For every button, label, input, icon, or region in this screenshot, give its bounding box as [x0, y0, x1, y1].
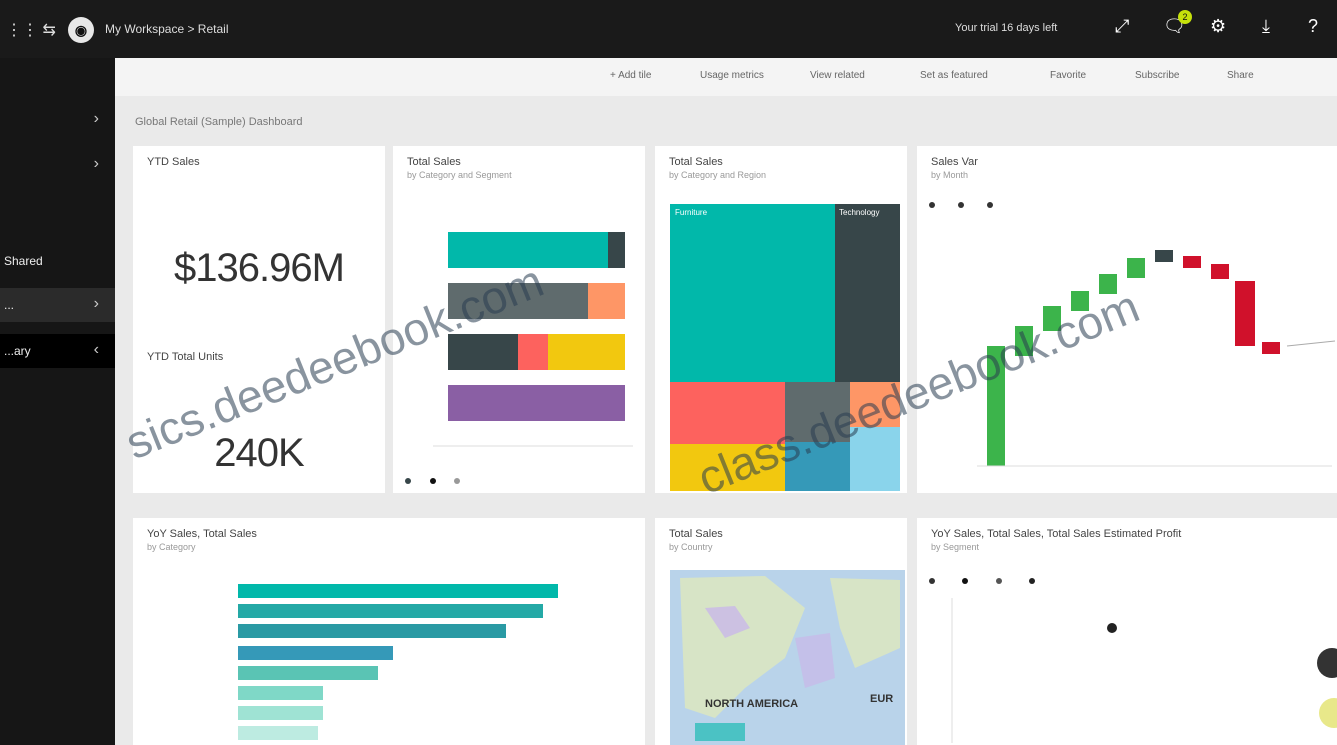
bar-segment: [448, 334, 518, 370]
nav-item-shared[interactable]: Shared: [0, 244, 115, 278]
treemap-cell: [670, 382, 785, 444]
logo-icon[interactable]: ◉: [68, 17, 94, 43]
h-bar: [238, 666, 378, 680]
kpi-value-sales: $136.96M: [174, 246, 345, 290]
bar-segment: [518, 334, 548, 370]
waterfall-bar: [987, 346, 1005, 466]
bar-segment: [548, 334, 625, 370]
kpi-title: YTD Sales: [147, 156, 200, 168]
add-tile-button[interactable]: + Add tile: [610, 70, 651, 81]
waterfall-bar: [1262, 342, 1280, 354]
treemap-label-technology: Technology: [839, 208, 880, 217]
bar-segment: [608, 232, 625, 268]
kpi-value-units: 240K: [214, 431, 304, 475]
waterfall-tile[interactable]: Sales Var by Month: [917, 146, 1337, 493]
treemap-cell: [670, 444, 785, 491]
bar-segment: [448, 232, 608, 268]
nav-item-1[interactable]: ›: [0, 103, 115, 137]
h-bar: [238, 726, 318, 740]
usage-metrics-button[interactable]: Usage metrics: [700, 70, 764, 81]
h-bar: [238, 686, 323, 700]
stacked-bar-chart: [433, 232, 633, 447]
waterfall-bar: [1071, 291, 1089, 311]
chevron-right-icon: ›: [93, 155, 99, 172]
map-marker: [695, 723, 745, 741]
scatter-chart: [951, 598, 1117, 743]
treemap-tile[interactable]: Total Sales by Category and Region Furni…: [655, 146, 907, 493]
waterfall-chart: [977, 250, 1336, 467]
yoy-bar-chart: [238, 584, 558, 740]
download-icon[interactable]: ⤓: [1262, 16, 1270, 37]
chevron-right-icon: ›: [93, 295, 99, 312]
notification-badge: 2: [1178, 10, 1192, 24]
scatter-tile[interactable]: YoY Sales, Total Sales, Total Sales Esti…: [917, 518, 1337, 745]
expand-icon[interactable]: ⤢: [1115, 16, 1129, 37]
share-button[interactable]: Share: [1227, 70, 1254, 81]
app-launcher-icon[interactable]: ⋮⋮ ⇆: [6, 20, 56, 40]
h-bar: [238, 584, 558, 598]
yoy-bars-tile[interactable]: YoY Sales, Total Sales by Category: [133, 518, 645, 745]
left-nav: › › Shared ... › ...ary ‹: [0, 58, 115, 745]
dashboard-title: Global Retail (Sample) Dashboard: [135, 116, 303, 128]
waterfall-bar: [1099, 274, 1117, 294]
treemap-cell: [835, 204, 900, 382]
waterfall-bar: [1211, 264, 1229, 279]
nav-item-4[interactable]: ... ›: [0, 288, 115, 322]
breadcrumb[interactable]: My Workspace > Retail: [105, 22, 229, 36]
h-bar: [238, 646, 393, 660]
stacked-legend: [405, 476, 463, 485]
map-label-europe: EUR: [870, 693, 894, 705]
waterfall-bar: [1183, 256, 1201, 268]
h-bar: [238, 604, 543, 618]
action-bar: + Add tile Usage metrics View related Se…: [115, 58, 1337, 96]
kpi-tile[interactable]: YTD Sales $136.96M YTD Total Units 240K: [133, 146, 385, 493]
set-featured-button[interactable]: Set as featured: [920, 70, 988, 81]
sales-map: [670, 570, 905, 745]
treemap-label-furniture: Furniture: [675, 208, 708, 217]
treemap-cell: [850, 427, 900, 491]
treemap-cell: [670, 204, 835, 382]
bar-segment: [448, 385, 625, 421]
h-bar: [238, 624, 506, 638]
bar-segment: [448, 283, 588, 319]
kpi-label-units: YTD Total Units: [147, 351, 224, 363]
map-label-north-america: NORTH AMERICA: [705, 698, 799, 710]
favorite-button[interactable]: Favorite: [1050, 70, 1086, 81]
waterfall-bar: [1235, 281, 1255, 346]
scatter-point: [1107, 623, 1117, 633]
treemap-cell: [785, 442, 850, 491]
treemap-chart: [670, 204, 900, 491]
chevron-left-icon: ‹: [93, 341, 99, 358]
nav-item-2[interactable]: ›: [0, 148, 115, 182]
waterfall-bar: [1127, 258, 1145, 278]
waterfall-bar: [1155, 250, 1173, 262]
treemap-cell: [850, 382, 900, 427]
nav-item-5[interactable]: ...ary ‹: [0, 334, 115, 368]
treemap-cell: [785, 382, 850, 442]
view-related-button[interactable]: View related: [810, 70, 865, 81]
h-bar: [238, 706, 323, 720]
help-icon[interactable]: ?: [1308, 16, 1318, 37]
bar-segment: [588, 283, 625, 319]
chevron-right-icon: ›: [93, 110, 99, 127]
waterfall-bar: [1043, 306, 1061, 331]
map-tile[interactable]: Total Sales by Country NORTH AMERICA EUR: [655, 518, 907, 745]
trial-notice[interactable]: Your trial 16 days left: [955, 22, 1057, 34]
stacked-bar-tile[interactable]: Total Sales by Category and Segment: [393, 146, 645, 493]
settings-icon[interactable]: ⚙: [1210, 16, 1226, 37]
trend-line: [1286, 340, 1336, 347]
waterfall-bar: [1015, 326, 1033, 356]
top-bar: ⋮⋮ ⇆ ◉ My Workspace > Retail Your trial …: [0, 0, 1337, 58]
dashboard-canvas: + Add tile Usage metrics View related Se…: [115, 58, 1337, 745]
subscribe-button[interactable]: Subscribe: [1135, 70, 1179, 81]
